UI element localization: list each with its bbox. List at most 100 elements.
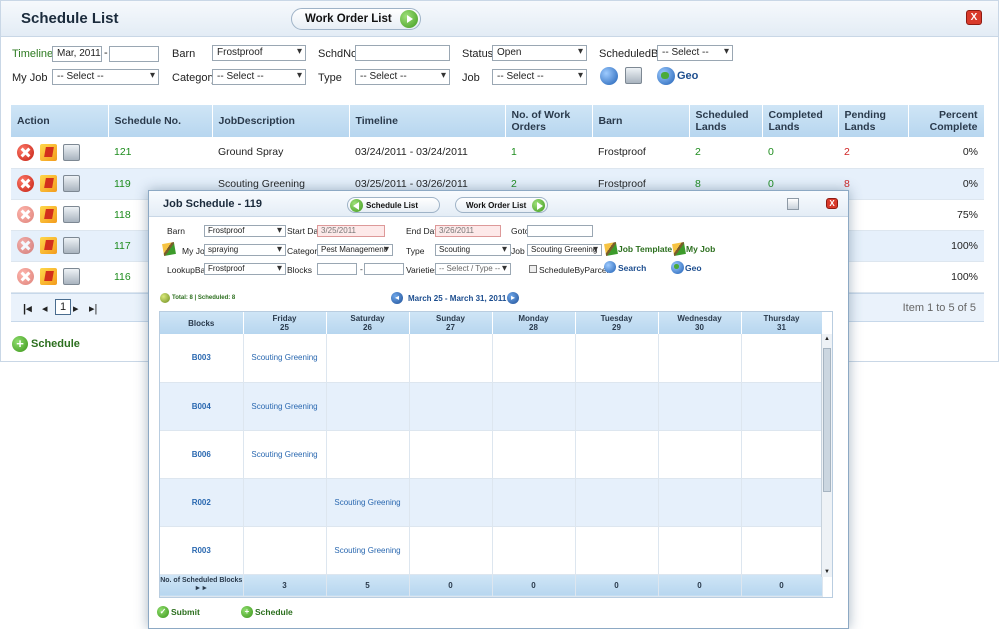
- calendar-cell[interactable]: [741, 430, 823, 479]
- modal-search-icon[interactable]: [604, 261, 616, 273]
- calendar-cell[interactable]: [492, 430, 576, 479]
- pager-last[interactable]: ▸|: [89, 302, 97, 315]
- geo-link[interactable]: Geo: [677, 70, 698, 82]
- calendar-cell[interactable]: [409, 526, 493, 575]
- calendar-cell[interactable]: [409, 382, 493, 431]
- col-scheduled-lands[interactable]: Scheduled Lands: [689, 105, 763, 137]
- print-icon[interactable]: [63, 206, 80, 223]
- calendar-cell[interactable]: [409, 478, 493, 527]
- modal-myjob-select[interactable]: spraying: [204, 244, 286, 256]
- delete-icon[interactable]: [17, 206, 34, 223]
- col-schedule-no[interactable]: Schedule No.: [108, 105, 213, 137]
- pencil-icon[interactable]: [162, 242, 176, 256]
- col-work-orders[interactable]: No. of Work Orders: [505, 105, 593, 137]
- type-select[interactable]: -- Select --: [355, 69, 450, 85]
- delete-icon[interactable]: [17, 268, 34, 285]
- modal-type-select[interactable]: Scouting: [435, 244, 511, 256]
- category-select[interactable]: -- Select --: [212, 69, 306, 85]
- calendar-cell[interactable]: Scouting Greening: [243, 334, 327, 383]
- lookupbarn-select[interactable]: Frostproof: [204, 263, 286, 275]
- add-schedule-button[interactable]: + Schedule: [12, 336, 80, 352]
- search-icon[interactable]: [600, 67, 618, 85]
- edit-icon[interactable]: [40, 237, 57, 254]
- calendar-cell[interactable]: [741, 334, 823, 383]
- modal-close-icon[interactable]: X: [826, 198, 838, 209]
- status-select[interactable]: Open: [492, 45, 587, 61]
- calendar-cell[interactable]: [658, 334, 742, 383]
- calendar-cell[interactable]: [326, 334, 410, 383]
- calendar-cell[interactable]: [409, 334, 493, 383]
- schedule-no[interactable]: 121: [108, 137, 212, 169]
- job-select[interactable]: -- Select --: [492, 69, 587, 85]
- scrollbar-thumb[interactable]: [823, 348, 831, 492]
- calendar-scrollbar[interactable]: ▲ ▼: [821, 334, 832, 577]
- delete-icon[interactable]: [17, 143, 34, 161]
- modal-search-link[interactable]: Search: [618, 263, 646, 273]
- calendar-cell[interactable]: [575, 430, 659, 479]
- modal-category-select[interactable]: Pest Management: [317, 244, 393, 256]
- calendar-cell[interactable]: [575, 334, 659, 383]
- col-action[interactable]: Action: [11, 105, 109, 137]
- start-date-input[interactable]: 3/25/2011: [317, 225, 385, 237]
- delete-icon[interactable]: [17, 175, 34, 192]
- calendar-cell[interactable]: [658, 382, 742, 431]
- print-icon[interactable]: [63, 175, 80, 192]
- globe-icon[interactable]: [657, 67, 675, 85]
- submit-button[interactable]: ✓ Submit: [157, 606, 200, 618]
- myjob-select[interactable]: -- Select --: [52, 69, 159, 85]
- pager-next[interactable]: ▸: [73, 302, 79, 315]
- col-pending-lands[interactable]: Pending Lands: [838, 105, 909, 137]
- calendar-cell[interactable]: [243, 526, 327, 575]
- calendar-cell[interactable]: [575, 382, 659, 431]
- calendar-cell[interactable]: Scouting Greening: [326, 478, 410, 527]
- export-icon[interactable]: [787, 198, 799, 210]
- my-job-link[interactable]: My Job: [686, 244, 715, 254]
- pager-first[interactable]: |◂: [23, 302, 32, 315]
- calendar-cell[interactable]: [575, 478, 659, 527]
- end-date-input[interactable]: 3/26/2011: [435, 225, 501, 237]
- calendar-cell[interactable]: [492, 526, 576, 575]
- modal-add-schedule-button[interactable]: + Schedule: [241, 606, 293, 618]
- calendar-cell[interactable]: [741, 526, 823, 575]
- calendar-cell[interactable]: [492, 334, 576, 383]
- print-icon[interactable]: [63, 237, 80, 254]
- calendar-cell[interactable]: [658, 526, 742, 575]
- close-icon[interactable]: X: [966, 10, 982, 25]
- schedule-by-parcel-checkbox[interactable]: [529, 265, 537, 273]
- calendar-cell[interactable]: [326, 382, 410, 431]
- calendar-cell[interactable]: [492, 478, 576, 527]
- calendar-cell[interactable]: [243, 478, 327, 527]
- barn-select[interactable]: Frostproof: [212, 45, 306, 61]
- modal-geo-link[interactable]: Geo: [685, 263, 702, 273]
- timeline-from-input[interactable]: Mar, 2011: [52, 46, 102, 62]
- table-row[interactable]: 121 Ground Spray 03/24/2011 - 03/24/2011 1 F…: [11, 137, 984, 169]
- modal-work-order-list-button[interactable]: Work Order List: [455, 197, 548, 213]
- work-order-list-button[interactable]: Work Order List: [291, 8, 421, 30]
- blocks-to-input[interactable]: [364, 263, 404, 275]
- edit-icon[interactable]: [40, 175, 57, 192]
- pager-prev[interactable]: ◂: [42, 302, 48, 315]
- varieties-select[interactable]: -- Select / Type --: [435, 263, 511, 275]
- edit-icon[interactable]: [40, 143, 57, 161]
- print-icon[interactable]: [63, 268, 80, 285]
- block-id[interactable]: B003: [160, 334, 244, 383]
- calendar-cell[interactable]: [658, 478, 742, 527]
- scheduledby-select[interactable]: -- Select --: [657, 45, 733, 61]
- modal-schedule-list-button[interactable]: Schedule List: [347, 197, 440, 213]
- calendar-cell[interactable]: Scouting Greening: [326, 526, 410, 575]
- edit-icon[interactable]: [40, 206, 57, 223]
- col-timeline[interactable]: Timeline: [349, 105, 506, 137]
- block-id[interactable]: R003: [160, 526, 244, 575]
- block-id[interactable]: R002: [160, 478, 244, 527]
- modal-globe-icon[interactable]: [671, 261, 684, 274]
- block-id[interactable]: B006: [160, 430, 244, 479]
- edit-icon[interactable]: [40, 268, 57, 285]
- scroll-down-icon[interactable]: ▼: [824, 569, 830, 575]
- blocks-from-input[interactable]: [317, 263, 357, 275]
- print-icon[interactable]: [63, 143, 80, 161]
- calendar-cell[interactable]: [326, 430, 410, 479]
- timeline-to-input[interactable]: [109, 46, 159, 62]
- calendar-cell[interactable]: [741, 382, 823, 431]
- next-week-icon[interactable]: ▸: [507, 292, 519, 304]
- modal-barn-select[interactable]: Frostproof: [204, 225, 286, 237]
